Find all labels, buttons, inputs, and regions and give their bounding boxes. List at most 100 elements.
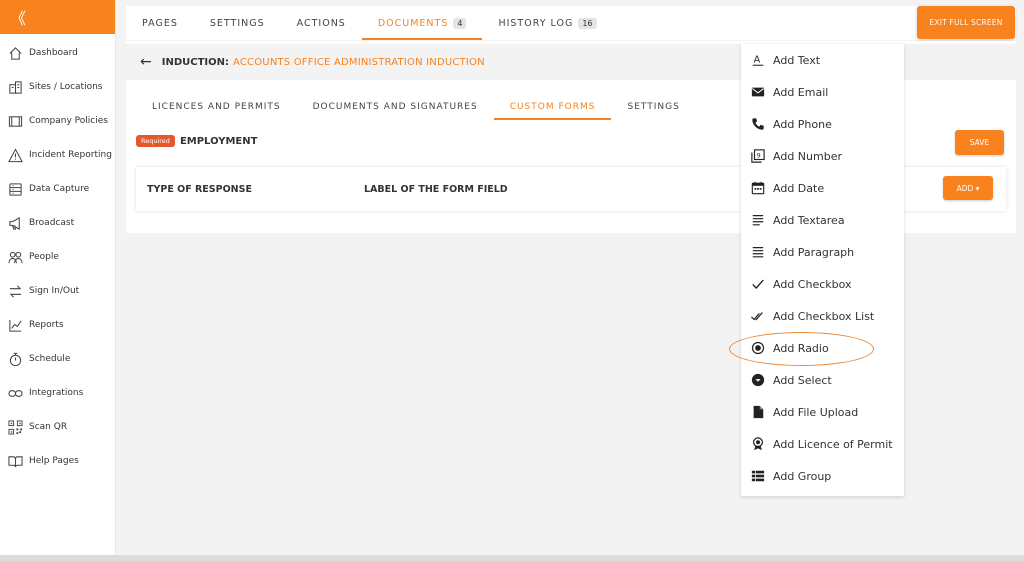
open-book-icon xyxy=(8,455,23,467)
tab-label: PAGES xyxy=(142,17,178,29)
number-icon: 9 xyxy=(751,149,765,163)
text-icon: A xyxy=(752,55,764,66)
menu-item-add-radio[interactable]: Add Radio xyxy=(741,332,904,364)
menu-item-add-text[interactable]: A Add Text xyxy=(741,44,904,76)
sidebar-item-dashboard[interactable]: Dashboard xyxy=(0,36,115,70)
menu-item-label: Add Radio xyxy=(773,341,829,355)
check-icon xyxy=(752,279,764,289)
sidebar-item-sites[interactable]: Sites / Locations xyxy=(0,70,115,104)
sidebar-item-sign-in-out[interactable]: Sign In/Out xyxy=(0,274,115,308)
file-icon xyxy=(753,405,764,419)
menu-item-add-date[interactable]: Add Date xyxy=(741,172,904,204)
induction-name[interactable]: ACCOUNTS OFFICE ADMINISTRATION INDUCTION xyxy=(233,57,485,68)
tab-pages[interactable]: PAGES xyxy=(126,6,194,40)
link-icon xyxy=(8,389,23,397)
sidebar-item-label: Integrations xyxy=(29,388,84,398)
sidebar-item-scan-qr[interactable]: Scan QR xyxy=(0,410,115,444)
tab-documents[interactable]: DOCUMENTS 4 xyxy=(361,6,483,40)
sidebar-item-broadcast[interactable]: Broadcast xyxy=(0,206,115,240)
sidebar-item-label: Data Capture xyxy=(29,184,90,194)
sidebar-item-label: People xyxy=(29,252,59,262)
column-label-of-form-field: LABEL OF THE FORM FIELD xyxy=(364,183,508,195)
form-title: EMPLOYMENT xyxy=(179,135,258,147)
tab-history-log[interactable]: HISTORY LOG 16 xyxy=(482,6,612,40)
top-tab-bar: PAGES SETTINGS ACTIONS DOCUMENTS 4 HISTO… xyxy=(126,6,1016,40)
subtab-settings[interactable]: SETTINGS xyxy=(611,93,695,120)
sidebar-item-label: Help Pages xyxy=(29,456,79,466)
save-button[interactable]: SAVE xyxy=(955,130,1004,155)
svg-text:9: 9 xyxy=(757,152,761,159)
double-check-icon xyxy=(751,312,763,321)
menu-item-add-email[interactable]: Add Email xyxy=(741,76,904,108)
add-field-menu: A Add Text Add Email Add Phone 9 Add Num… xyxy=(741,44,904,496)
menu-item-add-textarea[interactable]: Add Textarea xyxy=(741,204,904,236)
back-arrow-icon[interactable]: ← xyxy=(140,54,152,70)
menu-item-add-licence-of-permit[interactable]: Add Licence of Permit xyxy=(741,428,904,460)
column-type-of-response: TYPE OF RESPONSE xyxy=(147,183,252,195)
sub-tab-bar: LICENCES AND PERMITS DOCUMENTS AND SIGNA… xyxy=(136,93,696,120)
sidebar-item-label: Sites / Locations xyxy=(29,82,103,92)
menu-item-add-checkbox[interactable]: Add Checkbox xyxy=(741,268,904,300)
sidebar-item-incident-reporting[interactable]: Incident Reporting xyxy=(0,138,115,172)
sidebar-item-company-policies[interactable]: Company Policies xyxy=(0,104,115,138)
group-icon xyxy=(751,470,765,482)
form-header: Required EMPLOYMENT xyxy=(136,135,257,147)
sidebar-item-label: Sign In/Out xyxy=(29,286,80,296)
menu-item-add-paragraph[interactable]: Add Paragraph xyxy=(741,236,904,268)
subtab-label: SETTINGS xyxy=(627,101,680,112)
exit-full-screen-button[interactable]: EXIT FULL SCREEN xyxy=(917,6,1015,39)
menu-item-add-select[interactable]: Add Select xyxy=(741,364,904,396)
megaphone-icon xyxy=(9,216,20,230)
window-bottom-edge xyxy=(0,555,1024,561)
subtab-label: LICENCES AND PERMITS xyxy=(152,101,281,112)
textarea-icon xyxy=(752,215,764,226)
sidebar-item-label: Scan QR xyxy=(29,422,68,432)
menu-item-add-phone[interactable]: Add Phone xyxy=(741,108,904,140)
tab-settings[interactable]: SETTINGS xyxy=(194,6,281,40)
menu-item-label: Add Checkbox xyxy=(773,277,852,291)
qr-icon xyxy=(8,419,23,435)
book-icon xyxy=(8,115,23,127)
menu-item-add-number[interactable]: 9 Add Number xyxy=(741,140,904,172)
sidebar-item-help-pages[interactable]: Help Pages xyxy=(0,444,115,478)
sidebar-nav: Dashboard Sites / Locations Company Poli… xyxy=(0,36,115,478)
subtab-label: DOCUMENTS AND SIGNATURES xyxy=(312,101,478,112)
sidebar-item-people[interactable]: People xyxy=(0,240,115,274)
menu-item-label: Add Email xyxy=(773,85,829,99)
menu-item-label: Add Paragraph xyxy=(773,245,855,259)
sidebar-item-reports[interactable]: Reports xyxy=(0,308,115,342)
tab-label: SETTINGS xyxy=(209,17,265,29)
sidebar-item-label: Company Policies xyxy=(29,116,108,126)
sidebar-item-label: Incident Reporting xyxy=(29,150,112,160)
sidebar-item-label: Dashboard xyxy=(29,48,78,58)
menu-item-add-group[interactable]: Add Group xyxy=(741,460,904,492)
collapse-sidebar-button[interactable]: 《 xyxy=(0,0,115,34)
subtab-label: CUSTOM FORMS xyxy=(509,101,596,112)
calendar-icon xyxy=(751,181,765,195)
tab-label: HISTORY LOG xyxy=(498,17,574,29)
building-icon xyxy=(9,80,22,94)
sidebar-item-data-capture[interactable]: Data Capture xyxy=(0,172,115,206)
subtab-licences-and-permits[interactable]: LICENCES AND PERMITS xyxy=(136,93,297,120)
add-field-button[interactable]: ADD ▾ xyxy=(943,176,993,200)
tab-actions[interactable]: ACTIONS xyxy=(281,6,362,40)
menu-item-label: Add File Upload xyxy=(773,405,859,419)
required-badge: Required xyxy=(136,135,175,147)
sidebar-item-label: Schedule xyxy=(29,354,71,364)
sidebar-item-integrations[interactable]: Integrations xyxy=(0,376,115,410)
swap-icon xyxy=(9,285,22,297)
warning-icon xyxy=(8,147,23,162)
paragraph-icon xyxy=(752,247,764,258)
radio-icon xyxy=(751,341,765,355)
subtab-documents-and-signatures[interactable]: DOCUMENTS AND SIGNATURES xyxy=(297,93,494,120)
sidebar-item-schedule[interactable]: Schedule xyxy=(0,342,115,376)
subtab-custom-forms[interactable]: CUSTOM FORMS xyxy=(493,93,612,120)
menu-item-add-file-upload[interactable]: Add File Upload xyxy=(741,396,904,428)
sidebar: 《 Dashboard Sites / Locations Company Po… xyxy=(0,0,116,561)
people-icon xyxy=(8,251,23,263)
phone-icon xyxy=(752,118,764,130)
menu-item-label: Add Date xyxy=(773,181,825,195)
menu-item-label: Add Checkbox List xyxy=(773,309,875,323)
menu-item-add-checkbox-list[interactable]: Add Checkbox List xyxy=(741,300,904,332)
menu-item-label: Add Textarea xyxy=(773,213,845,227)
